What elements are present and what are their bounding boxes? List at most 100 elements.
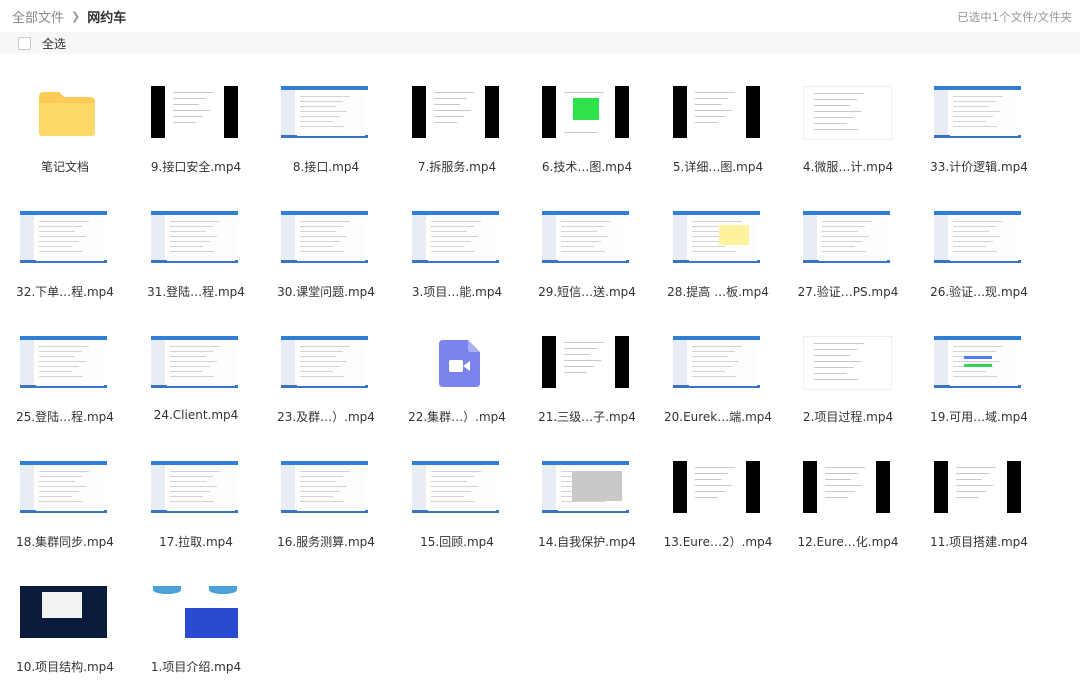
file-item[interactable]: 21.三级…子.mp4 bbox=[522, 336, 652, 446]
header-bar: 全部文件 ❯ 网约车 已选中1个文件/文件夹 bbox=[0, 0, 1080, 33]
file-name: 12.Eure…化.mp4 bbox=[797, 535, 899, 549]
file-item[interactable]: 22.集群…）.mp4 bbox=[392, 336, 522, 446]
video-thumbnail bbox=[934, 86, 1021, 138]
file-item[interactable]: 5.详细…图.mp4 bbox=[653, 86, 783, 196]
file-name: 4.微服…计.mp4 bbox=[802, 160, 894, 174]
file-item[interactable]: 28.提高 …板.mp4 bbox=[653, 211, 783, 321]
file-item[interactable]: 2.项目过程.mp4 bbox=[783, 336, 913, 446]
list-toolbar: 全选 bbox=[0, 32, 1080, 54]
video-thumbnail bbox=[803, 86, 892, 140]
file-name: 22.集群…）.mp4 bbox=[408, 410, 506, 424]
video-thumbnail bbox=[151, 336, 238, 388]
video-thumbnail bbox=[542, 86, 629, 138]
breadcrumb-root-link[interactable]: 全部文件 bbox=[12, 7, 64, 26]
file-item[interactable]: 13.Eure…2）.mp4 bbox=[653, 461, 783, 571]
file-name: 1.项目介绍.mp4 bbox=[150, 660, 242, 674]
file-item[interactable]: 17.拉取.mp4 bbox=[131, 461, 261, 571]
file-item[interactable]: 26.验证…现.mp4 bbox=[914, 211, 1044, 321]
file-item[interactable]: 6.技术…图.mp4 bbox=[522, 86, 652, 196]
file-name: 7.拆服务.mp4 bbox=[417, 160, 497, 174]
file-name: 28.提高 …板.mp4 bbox=[667, 285, 769, 299]
video-thumbnail bbox=[542, 461, 629, 513]
video-thumbnail bbox=[673, 211, 760, 263]
file-name: 20.Eurek…端.mp4 bbox=[663, 410, 773, 424]
file-name: 3.项目…能.mp4 bbox=[411, 285, 503, 299]
file-name: 32.下单…程.mp4 bbox=[16, 285, 114, 299]
file-item[interactable]: 14.自我保护.mp4 bbox=[522, 461, 652, 571]
video-thumbnail bbox=[281, 211, 368, 263]
video-thumbnail bbox=[281, 461, 368, 513]
breadcrumb-current: 网约车 bbox=[87, 10, 127, 26]
chevron-right-icon: ❯ bbox=[71, 9, 81, 23]
file-name: 16.服务测算.mp4 bbox=[277, 535, 375, 549]
file-item[interactable]: 29.短信…送.mp4 bbox=[522, 211, 652, 321]
file-item[interactable]: 20.Eurek…端.mp4 bbox=[653, 336, 783, 446]
file-item[interactable]: 11.项目搭建.mp4 bbox=[914, 461, 1044, 571]
file-name: 33.计价逻辑.mp4 bbox=[930, 160, 1028, 174]
file-name: 26.验证…现.mp4 bbox=[930, 285, 1028, 299]
file-name: 31.登陆…程.mp4 bbox=[147, 285, 245, 299]
video-thumbnail bbox=[673, 461, 760, 513]
file-item[interactable]: 4.微服…计.mp4 bbox=[783, 86, 913, 196]
file-name: 29.短信…送.mp4 bbox=[538, 285, 636, 299]
file-name: 13.Eure…2）.mp4 bbox=[663, 535, 773, 549]
file-item[interactable]: 31.登陆…程.mp4 bbox=[131, 211, 261, 321]
file-item[interactable]: 15.回顾.mp4 bbox=[392, 461, 522, 571]
file-name: 18.集群同步.mp4 bbox=[16, 535, 114, 549]
file-item[interactable]: 8.接口.mp4 bbox=[261, 86, 391, 196]
file-name: 6.技术…图.mp4 bbox=[541, 160, 633, 174]
video-thumbnail bbox=[151, 461, 238, 513]
file-item[interactable]: 9.接口安全.mp4 bbox=[131, 86, 261, 196]
video-thumbnail bbox=[934, 461, 1021, 513]
file-item[interactable]: 10.项目结构.mp4 bbox=[0, 586, 130, 696]
file-name: 11.项目搭建.mp4 bbox=[930, 535, 1028, 549]
select-all-label[interactable]: 全选 bbox=[42, 35, 66, 52]
file-name: 5.详细…图.mp4 bbox=[672, 160, 764, 174]
video-thumbnail bbox=[151, 586, 238, 638]
folder-icon bbox=[39, 92, 95, 136]
video-thumbnail bbox=[673, 86, 760, 138]
video-thumbnail bbox=[151, 211, 238, 263]
select-all-checkbox[interactable] bbox=[18, 36, 31, 50]
file-item[interactable]: 19.可用…域.mp4 bbox=[914, 336, 1044, 446]
file-name: 15.回顾.mp4 bbox=[420, 535, 494, 549]
file-item[interactable]: 24.Client.mp4 bbox=[131, 336, 261, 446]
file-name: 19.可用…域.mp4 bbox=[930, 410, 1028, 424]
file-grid: 笔记文档 9.接口安全.mp4 8.接口.mp4 7.拆服务.mp4 6.技术…图.mp… bbox=[0, 54, 1080, 698]
file-item[interactable]: 18.集群同步.mp4 bbox=[0, 461, 130, 571]
file-item[interactable]: 23.及群…）.mp4 bbox=[261, 336, 391, 446]
file-name: 21.三级…子.mp4 bbox=[538, 410, 636, 424]
video-thumbnail bbox=[803, 336, 892, 390]
file-item[interactable]: 32.下单…程.mp4 bbox=[0, 211, 130, 321]
file-name: 8.接口.mp4 bbox=[292, 160, 360, 174]
file-item[interactable]: 27.验证…PS.mp4 bbox=[783, 211, 913, 321]
file-item[interactable]: 7.拆服务.mp4 bbox=[392, 86, 522, 196]
file-name: 10.项目结构.mp4 bbox=[16, 660, 114, 674]
file-item[interactable]: 笔记文档 bbox=[0, 86, 130, 196]
video-thumbnail bbox=[20, 461, 107, 513]
video-thumbnail bbox=[151, 86, 238, 138]
file-item[interactable]: 33.计价逻辑.mp4 bbox=[914, 86, 1044, 196]
video-thumbnail bbox=[803, 461, 890, 513]
file-name: 9.接口安全.mp4 bbox=[150, 160, 242, 174]
file-name: 30.课堂问题.mp4 bbox=[277, 285, 375, 299]
file-item[interactable]: 25.登陆…程.mp4 bbox=[0, 336, 130, 446]
selection-status: 已选中1个文件/文件夹 bbox=[957, 10, 1072, 24]
video-thumbnail bbox=[542, 336, 629, 388]
file-name: 17.拉取.mp4 bbox=[159, 535, 233, 549]
breadcrumb: 全部文件 ❯ 网约车 bbox=[12, 7, 126, 26]
file-item[interactable]: 3.项目…能.mp4 bbox=[392, 211, 522, 321]
video-thumbnail bbox=[934, 211, 1021, 263]
file-name: 2.项目过程.mp4 bbox=[802, 410, 894, 424]
file-item[interactable]: 30.课堂问题.mp4 bbox=[261, 211, 391, 321]
video-thumbnail bbox=[281, 336, 368, 388]
file-item[interactable]: 12.Eure…化.mp4 bbox=[783, 461, 913, 571]
video-thumbnail bbox=[803, 211, 890, 263]
video-thumbnail bbox=[673, 336, 760, 388]
file-item[interactable]: 16.服务测算.mp4 bbox=[261, 461, 391, 571]
video-thumbnail bbox=[20, 586, 107, 638]
video-thumbnail bbox=[934, 336, 1021, 388]
video-file-icon bbox=[439, 340, 480, 387]
file-item[interactable]: 1.项目介绍.mp4 bbox=[131, 586, 261, 696]
file-name: 笔记文档 bbox=[40, 160, 89, 174]
